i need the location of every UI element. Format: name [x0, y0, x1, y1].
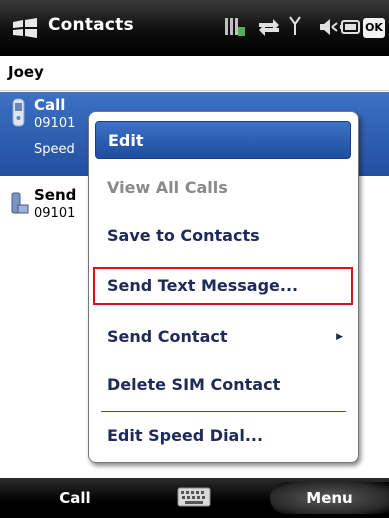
list-item-title: Send [34, 186, 77, 204]
menu-item-label: Send Contact [107, 327, 228, 346]
context-menu: Edit View All Calls Save to Contacts Sen… [88, 111, 359, 463]
contact-header: Joey [0, 56, 389, 91]
menu-item-label: View All Calls [107, 178, 228, 197]
list-item-extra: Speed [34, 142, 75, 157]
softkey-right-menu[interactable]: Menu [270, 482, 389, 514]
list-item-number: 09101 [34, 206, 76, 221]
title-bar: Contacts OK [0, 0, 389, 56]
menu-item-view-all-calls: View All Calls [95, 169, 351, 207]
menu-item-send-text-message[interactable]: Send Text Message... [93, 267, 353, 305]
menu-item-label: Send Text Message... [107, 276, 299, 295]
submenu-arrow-icon: ▶ [336, 332, 343, 342]
menu-item-label: Edit [108, 131, 144, 150]
windows-start-icon[interactable] [12, 18, 38, 38]
data-arrows-icon[interactable] [256, 15, 282, 39]
sms-icon [11, 192, 29, 214]
menu-item-edit[interactable]: Edit [95, 121, 351, 159]
antenna-icon[interactable] [288, 15, 302, 39]
ok-button[interactable]: OK [363, 18, 385, 38]
menu-divider [101, 411, 346, 412]
menu-item-edit-speed-dial[interactable]: Edit Speed Dial... [95, 417, 351, 455]
contact-name: Joey [8, 63, 44, 81]
phone-icon [12, 98, 25, 127]
signal-battery-icon[interactable] [224, 15, 246, 39]
speaker-icon[interactable] [318, 15, 338, 39]
list-item-title: Call [34, 96, 66, 114]
battery-icon[interactable] [340, 15, 362, 39]
list-item-number: 09101 [34, 116, 76, 131]
menu-item-send-contact[interactable]: Send Contact ▶ [95, 318, 351, 356]
app-title: Contacts [48, 15, 134, 35]
menu-item-label: Save to Contacts [107, 226, 260, 245]
softkey-bar: Call Menu [0, 478, 389, 518]
menu-item-save-to-contacts[interactable]: Save to Contacts [95, 217, 351, 255]
menu-item-delete-sim-contact[interactable]: Delete SIM Contact [95, 366, 351, 404]
keyboard-icon[interactable] [177, 486, 211, 508]
menu-item-label: Edit Speed Dial... [107, 426, 264, 445]
softkey-left-call[interactable]: Call [0, 478, 150, 518]
menu-item-label: Delete SIM Contact [107, 375, 281, 394]
